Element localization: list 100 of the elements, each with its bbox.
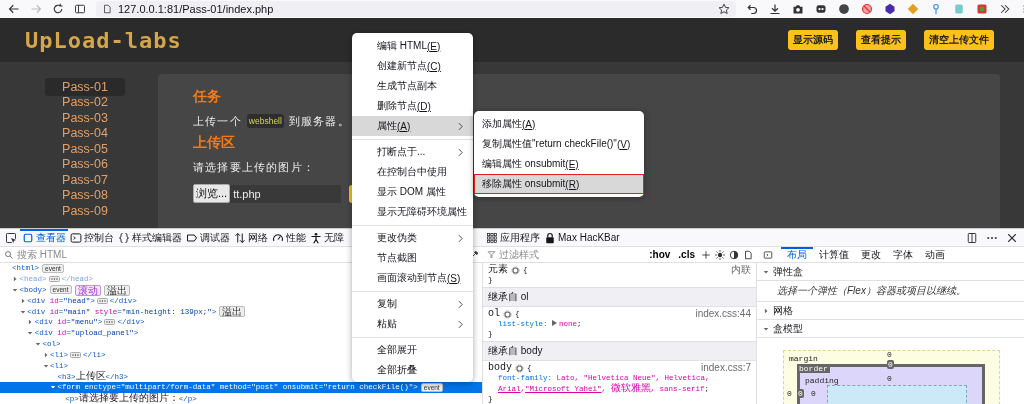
collapsed-arrow-icon[interactable] (763, 307, 769, 314)
star-icon[interactable] (718, 3, 730, 15)
menu-item[interactable]: 编辑属性 onsubmit(E) (474, 154, 645, 174)
expanded-arrow-icon[interactable] (27, 330, 34, 337)
menu-item[interactable]: 在控制台中使用 (352, 162, 473, 182)
devtools-tab[interactable]: 应用程序 (484, 229, 542, 246)
section-header[interactable]: 弹性盒 (757, 263, 1024, 281)
header-button[interactable]: 清空上传文件 (924, 30, 994, 50)
document-icon[interactable] (743, 249, 753, 260)
contrast-icon[interactable] (729, 249, 739, 260)
menu-item[interactable]: 显示 DOM 属性 (352, 182, 473, 202)
header-button[interactable]: 显示源码 (788, 30, 838, 50)
level-link[interactable]: Pass-05 (45, 141, 125, 157)
address-bar[interactable]: 127.0.0.1:81/Pass-01/index.php (96, 1, 736, 17)
header-button[interactable]: 查看提示 (856, 30, 906, 50)
menu-item[interactable]: 删除节点(D) (352, 96, 473, 116)
rule-source[interactable]: 内联 (731, 265, 751, 275)
menu-item[interactable]: 创建新节点(C) (352, 56, 473, 76)
extension-icon[interactable] (815, 3, 827, 15)
overflow-icon[interactable] (999, 3, 1011, 15)
download-icon[interactable] (769, 3, 781, 15)
box-value[interactable]: 0 (887, 360, 894, 369)
devtools-tab[interactable]: 样式编辑器 (116, 229, 184, 246)
box-value[interactable]: 0 (887, 350, 892, 359)
expanded-arrow-icon[interactable] (12, 287, 19, 293)
sidebar-tab[interactable]: 计算值 (813, 247, 855, 262)
section-header[interactable]: 网格 (757, 302, 1024, 320)
menu-item[interactable]: 属性(A) (352, 116, 473, 136)
node-badge[interactable]: 滚动 (74, 284, 101, 296)
back-icon[interactable] (8, 3, 20, 15)
extension-icon[interactable] (884, 3, 896, 15)
sidebar-icon[interactable] (74, 3, 86, 15)
collapsed-arrow-icon[interactable] (12, 276, 19, 283)
extension-icon[interactable] (838, 3, 850, 15)
sidebar-toggle-icon[interactable] (763, 249, 773, 260)
toggle-button[interactable]: :hov (647, 249, 673, 260)
node-badge[interactable]: 溢出 (219, 306, 246, 318)
gear-icon[interactable] (511, 265, 520, 275)
box-value[interactable]: 0 (787, 389, 792, 398)
menu-item[interactable]: 画面滚动到节点(S) (352, 268, 473, 288)
rule-source[interactable]: index.css:44 (695, 309, 751, 319)
menu-item[interactable]: 编辑 HTML(E) (352, 36, 473, 56)
box-value[interactable]: 0 (811, 389, 816, 398)
level-link[interactable]: Pass-04 (45, 126, 125, 142)
menu-item[interactable]: 复制属性值"return checkFile()"(V) (474, 134, 645, 154)
level-link[interactable]: Pass-03 (45, 110, 125, 126)
level-link[interactable]: Pass-09 (45, 203, 125, 219)
ellipsis-icon[interactable] (70, 351, 81, 358)
expanded-arrow-icon[interactable] (763, 325, 769, 332)
sun-icon[interactable] (715, 249, 725, 260)
plus-icon[interactable] (701, 249, 711, 260)
level-link[interactable]: Pass-06 (45, 157, 125, 173)
level-link[interactable]: Pass-02 (45, 95, 125, 111)
devtools-tab[interactable]: 调试器 (184, 229, 232, 246)
box-value[interactable]: 0 (797, 389, 804, 398)
expanded-arrow-icon[interactable] (50, 384, 57, 391)
rule-source[interactable]: index.css:7 (700, 363, 751, 373)
menu-item[interactable]: 打断点于... (352, 142, 473, 162)
devtools-tab[interactable]: 无障 (308, 229, 346, 246)
level-link[interactable]: Pass-07 (45, 172, 125, 188)
expanded-arrow-icon[interactable] (19, 308, 26, 315)
camera-icon[interactable] (792, 3, 804, 15)
devtools-tab[interactable]: 控制台 (68, 229, 116, 246)
sidebar-tab[interactable]: 动画 (919, 247, 951, 262)
close-icon[interactable] (1006, 231, 1018, 244)
menu-item[interactable]: 更改伪类 (352, 228, 473, 248)
ellipsis-icon[interactable] (96, 297, 108, 304)
menu-item[interactable]: 复制 (352, 294, 473, 314)
level-link[interactable]: Pass-01 (45, 78, 125, 96)
expanded-arrow-icon[interactable] (42, 362, 49, 369)
devtools-tab[interactable]: 查看器 (20, 229, 68, 246)
collapsed-arrow-icon[interactable] (27, 319, 34, 326)
gear-icon[interactable] (515, 363, 524, 373)
menu-item[interactable]: 移除属性 onsubmit(R) (474, 174, 645, 194)
gear-icon[interactable] (503, 309, 512, 319)
collapsed-arrow-icon[interactable] (19, 297, 26, 304)
file-name-field[interactable]: tt.php (230, 184, 342, 203)
expanded-arrow-icon[interactable] (763, 268, 769, 275)
section-header[interactable]: 盒模型 (757, 320, 1024, 338)
undo-icon[interactable] (746, 3, 758, 15)
sidebar-tab[interactable]: 更改 (855, 247, 887, 262)
expand-arrow-icon[interactable] (552, 320, 558, 326)
box-value[interactable]: 0 (887, 374, 892, 383)
pin-icon[interactable] (930, 3, 942, 15)
reload-icon[interactable] (52, 3, 64, 15)
menu-item[interactable]: 生成节点副本 (352, 76, 473, 96)
devtools-tab[interactable]: 网络 (232, 229, 270, 246)
ellipsis-icon[interactable] (104, 319, 116, 326)
ellipsis-icon[interactable] (48, 276, 60, 283)
menu-item[interactable]: 粘贴 (352, 314, 473, 334)
level-link[interactable]: Pass-08 (45, 188, 125, 204)
menu-item[interactable]: 添加属性(A) (474, 114, 645, 134)
browse-button[interactable]: 浏览... (193, 184, 231, 203)
menu-item[interactable]: 节点截图 (352, 248, 473, 268)
menu-item[interactable]: 全部折叠 (352, 360, 473, 380)
expanded-arrow-icon[interactable] (34, 340, 41, 347)
pick-element-icon[interactable] (5, 231, 17, 244)
devtools-tab[interactable]: 性能 (270, 229, 308, 246)
devtools-tab[interactable]: Max HacKBar (542, 229, 622, 246)
filter-field[interactable]: 过滤样式 (499, 249, 644, 260)
